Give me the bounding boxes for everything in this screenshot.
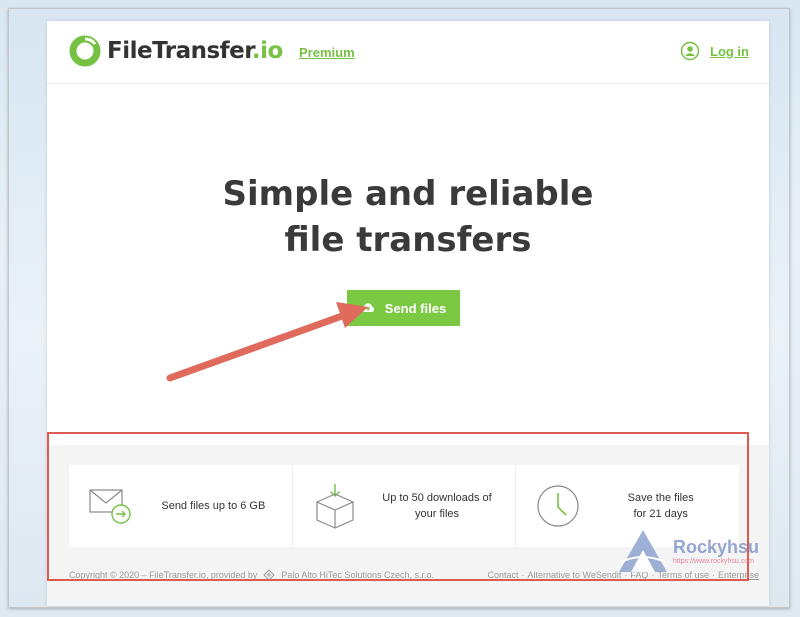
company-link[interactable]: Palo Alto HiTec Solutions Czech, s.r.o. (281, 570, 434, 580)
site-header: FileTransfer.io Premium Log in (47, 21, 769, 84)
logo-text: FileTransfer.io (107, 38, 283, 64)
feature-size-text: Send files up to 6 GB (135, 498, 292, 514)
send-files-button[interactable]: Send files (347, 290, 460, 326)
logo-name: FileTransfer (107, 38, 252, 64)
screenshot-frame: FileTransfer.io Premium Log in Simple an… (8, 8, 790, 608)
footer-separator: · (651, 570, 655, 580)
page-card: FileTransfer.io Premium Log in Simple an… (47, 21, 769, 606)
feature-retention: Save the files for 21 days (516, 465, 739, 547)
feature-downloads-line1: Up to 50 downloads of (382, 492, 492, 504)
site-logo[interactable]: FileTransfer.io (69, 35, 283, 67)
footer-separator: · (711, 570, 715, 580)
feature-downloads-line2: your files (414, 508, 460, 520)
envelope-arrow-icon (89, 489, 131, 524)
feature-retention-line2: for 21 days (633, 508, 688, 520)
feature-downloads: Up to 50 downloads of your files (293, 465, 517, 547)
box-download-icon (315, 484, 355, 529)
hero-section: Simple and reliable file transfers (47, 171, 769, 263)
logo-ring-icon (69, 35, 101, 67)
copyright: Copyright © 2020 – FileTransfer.io, prov… (69, 569, 434, 581)
clock-icon (537, 485, 579, 527)
footer-link-alternative[interactable]: Alternative to WeSendit (528, 570, 622, 580)
cloud-upload-icon (361, 303, 374, 312)
footer-row: Copyright © 2020 – FileTransfer.io, prov… (69, 569, 759, 581)
footer-link-contact[interactable]: Contact (488, 570, 519, 580)
hero-title-line1: Simple and reliable (222, 174, 594, 214)
footer-area: Send files up to 6 GB Up to 50 downloads… (47, 445, 769, 606)
footer-link-faq[interactable]: FAQ (630, 570, 648, 580)
feature-size-label: Send files up to 6 GB (161, 500, 266, 512)
footer-link-terms[interactable]: Terms of use (657, 570, 709, 580)
footer-link-enterprise[interactable]: Enterprise (718, 570, 759, 580)
logo-tld: .io (251, 38, 283, 64)
copyright-text: Copyright © 2020 – FileTransfer.io, prov… (69, 570, 258, 580)
feature-downloads-text: Up to 50 downloads of your files (359, 490, 516, 522)
user-icon (680, 41, 700, 61)
hero-title: Simple and reliable file transfers (47, 171, 769, 263)
feature-retention-text: Save the files for 21 days (582, 490, 739, 522)
diamond-logo-icon (263, 569, 276, 581)
feature-retention-line1: Save the files (627, 492, 694, 504)
hero-title-line2: file transfers (284, 220, 532, 260)
login-area[interactable]: Log in (680, 41, 749, 61)
login-link[interactable]: Log in (710, 44, 749, 59)
footer-links: Contact · Alternative to WeSendit · FAQ … (488, 570, 760, 580)
premium-link[interactable]: Premium (299, 45, 355, 60)
feature-size: Send files up to 6 GB (69, 465, 293, 547)
footer-separator: · (521, 570, 525, 580)
footer-separator: · (624, 570, 628, 580)
features-row: Send files up to 6 GB Up to 50 downloads… (69, 465, 739, 547)
send-files-label: Send files (384, 300, 447, 316)
